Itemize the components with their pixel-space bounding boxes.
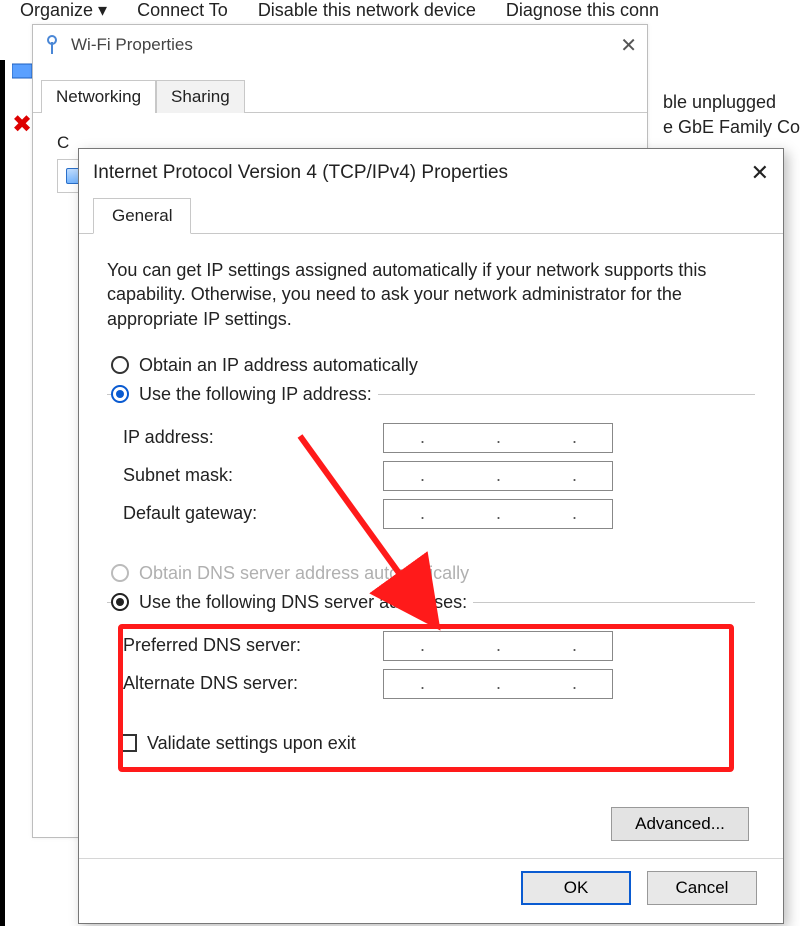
preferred-dns-input[interactable]: ... bbox=[383, 631, 613, 661]
alternate-dns-label: Alternate DNS server: bbox=[123, 673, 383, 694]
tab-sharing[interactable]: Sharing bbox=[156, 80, 245, 113]
ipv4-titlebar: Internet Protocol Version 4 (TCP/IPv4) P… bbox=[79, 149, 783, 197]
ip-group: Use the following IP address: IP address… bbox=[107, 384, 755, 547]
subnet-mask-label: Subnet mask: bbox=[123, 465, 383, 486]
explorer-toolbar: Organize ▾ Connect To Disable this netwo… bbox=[20, 0, 800, 26]
wifi-icon bbox=[43, 34, 61, 56]
radio-obtain-ip-label: Obtain an IP address automatically bbox=[139, 355, 418, 376]
wifi-close-icon[interactable]: ✕ bbox=[620, 33, 637, 58]
wifi-title: Wi-Fi Properties bbox=[71, 35, 193, 55]
radio-use-ip-label: Use the following IP address: bbox=[139, 384, 372, 405]
radio-use-dns-label: Use the following DNS server addresses: bbox=[139, 592, 467, 613]
radio-obtain-dns-label: Obtain DNS server address automatically bbox=[139, 563, 469, 584]
validate-label: Validate settings upon exit bbox=[147, 733, 356, 754]
subnet-mask-input[interactable]: ... bbox=[383, 461, 613, 491]
radio-use-ip[interactable] bbox=[111, 385, 129, 403]
ipv4-properties-dialog: Internet Protocol Version 4 (TCP/IPv4) P… bbox=[78, 148, 784, 924]
ip-address-input[interactable]: ... bbox=[383, 423, 613, 453]
radio-obtain-ip-row[interactable]: Obtain an IP address automatically bbox=[111, 355, 755, 376]
toolbar-organize[interactable]: Organize ▾ bbox=[20, 0, 107, 26]
advanced-button[interactable]: Advanced... bbox=[611, 807, 749, 841]
preferred-dns-label: Preferred DNS server: bbox=[123, 635, 383, 656]
ipv4-title: Internet Protocol Version 4 (TCP/IPv4) P… bbox=[93, 162, 508, 184]
default-gateway-input[interactable]: ... bbox=[383, 499, 613, 529]
dns-group: Use the following DNS server addresses: … bbox=[107, 592, 755, 717]
default-gateway-label: Default gateway: bbox=[123, 503, 383, 524]
toolbar-disable-device[interactable]: Disable this network device bbox=[258, 0, 476, 26]
radio-obtain-ip[interactable] bbox=[111, 356, 129, 374]
cancel-button[interactable]: Cancel bbox=[647, 871, 757, 905]
validate-checkbox[interactable] bbox=[119, 734, 137, 752]
toolbar-connect-to[interactable]: Connect To bbox=[137, 0, 228, 26]
radio-use-dns[interactable] bbox=[111, 593, 129, 611]
toolbar-diagnose[interactable]: Diagnose this conn bbox=[506, 0, 659, 26]
ok-button[interactable]: OK bbox=[521, 871, 631, 905]
ipv4-close-icon[interactable]: ✕ bbox=[751, 160, 769, 186]
validate-row[interactable]: Validate settings upon exit bbox=[119, 733, 755, 754]
bg-status-line1: ble unplugged bbox=[663, 90, 800, 115]
alternate-dns-input[interactable]: ... bbox=[383, 669, 613, 699]
bg-x-icon: ✖ bbox=[12, 110, 28, 134]
tab-networking[interactable]: Networking bbox=[41, 80, 156, 113]
wifi-tabs: Networking Sharing bbox=[33, 79, 647, 113]
bg-adapter-status: ble unplugged e GbE Family Co bbox=[663, 90, 800, 140]
ipv4-tabs: General bbox=[79, 197, 783, 234]
dialog-buttons: OK Cancel bbox=[521, 871, 757, 905]
ip-address-label: IP address: bbox=[123, 427, 383, 448]
wifi-titlebar: Wi-Fi Properties ✕ bbox=[33, 25, 647, 65]
bg-status-line2: e GbE Family Co bbox=[663, 115, 800, 140]
ipv4-description: You can get IP settings assigned automat… bbox=[107, 258, 755, 331]
ipv4-body: You can get IP settings assigned automat… bbox=[79, 234, 783, 768]
radio-obtain-dns bbox=[111, 564, 129, 582]
dialog-separator bbox=[79, 858, 783, 859]
left-edge-bar bbox=[0, 60, 5, 926]
bg-adapter-icon bbox=[12, 56, 34, 88]
radio-obtain-dns-row: Obtain DNS server address automatically bbox=[111, 563, 755, 584]
tab-general[interactable]: General bbox=[93, 198, 191, 234]
